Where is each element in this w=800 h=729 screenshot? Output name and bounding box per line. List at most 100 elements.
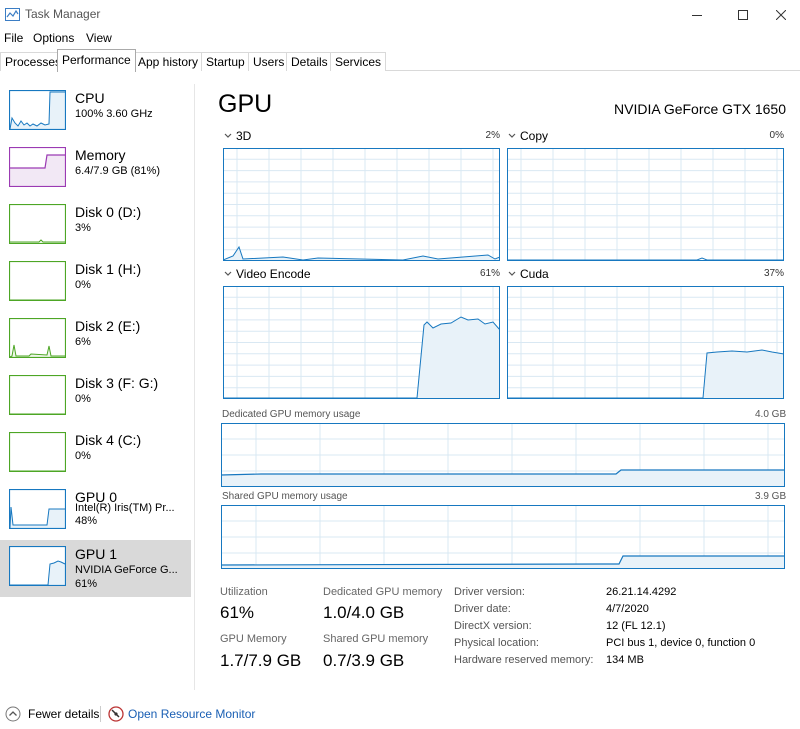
directx-version-label: DirectX version: <box>454 620 532 632</box>
chevron-down-icon[interactable] <box>508 271 516 277</box>
utilization-label: Utilization <box>220 586 268 598</box>
sidebar-item-name: Disk 0 (D:) <box>75 204 142 220</box>
sidebar-item-usage: 48% <box>75 515 98 527</box>
footer-bar: Fewer details Open Resource Monitor <box>0 700 800 729</box>
footer-divider <box>100 706 101 722</box>
engine-cuda-graph <box>507 286 784 399</box>
hardware-reserved-memory-label: Hardware reserved memory: <box>454 654 594 666</box>
sidebar-item-name: Disk 2 (E:) <box>75 318 141 334</box>
tab-app-history[interactable]: App history <box>133 52 204 71</box>
sidebar-item-detail: NVIDIA GeForce G... <box>75 564 178 576</box>
maximize-icon <box>738 10 748 20</box>
sidebar-item-name: Disk 4 (C:) <box>75 432 142 448</box>
sidebar-item-disk-4[interactable]: Disk 4 (C:) 0% <box>0 426 191 483</box>
engine-3d-label: 3D <box>236 129 252 143</box>
engine-copy-label: Copy <box>520 129 549 143</box>
tab-services[interactable]: Services <box>330 52 387 71</box>
dedicated-gpu-memory-label: Dedicated GPU memory <box>323 586 443 598</box>
dedicated-gpu-memory-value: 1.0/4.0 GB <box>323 603 405 622</box>
tab-startup[interactable]: Startup <box>201 52 250 71</box>
resource-monitor-icon <box>108 706 124 722</box>
close-button[interactable] <box>764 0 798 30</box>
engine-video-encode-percent: 61% <box>479 268 500 279</box>
disk-1-thumbnail-graph <box>9 261 66 301</box>
menu-file[interactable]: File <box>4 31 23 45</box>
driver-version-value: 26.21.14.4292 <box>606 586 677 598</box>
sidebar-item-cpu[interactable]: CPU 100% 3.60 GHz <box>0 84 191 141</box>
sidebar-item-detail: 0% <box>75 279 91 291</box>
physical-location-value: PCI bus 1, device 0, function 0 <box>606 637 756 649</box>
engine-copy-graph <box>507 148 784 261</box>
driver-date-label: Driver date: <box>454 603 511 615</box>
open-resource-monitor-link[interactable]: Open Resource Monitor <box>128 707 255 721</box>
engine-3d-graph <box>223 148 500 261</box>
sidebar-item-detail: Intel(R) Iris(TM) Pr... <box>75 502 175 514</box>
tab-details[interactable]: Details <box>286 52 333 71</box>
utilization-value: 61% <box>220 603 255 622</box>
sidebar-item-memory[interactable]: Memory 6.4/7.9 GB (81%) <box>0 141 191 198</box>
disk-4-thumbnail-graph <box>9 432 66 472</box>
sidebar-item-disk-3[interactable]: Disk 3 (F: G:) 0% <box>0 369 191 426</box>
sidebar-item-disk-2[interactable]: Disk 2 (E:) 6% <box>0 312 191 369</box>
sidebar-item-gpu-1[interactable]: GPU 1 NVIDIA GeForce G... 61% <box>0 540 191 597</box>
memory-thumbnail-graph <box>9 147 66 187</box>
engine-video-encode-label: Video Encode <box>236 267 311 281</box>
engine-copy-percent: 0% <box>769 130 784 141</box>
fewer-details-button[interactable]: Fewer details <box>28 707 99 721</box>
chevron-down-icon[interactable] <box>224 271 232 277</box>
driver-version-label: Driver version: <box>454 586 525 598</box>
dedicated-memory-label: Dedicated GPU memory usage <box>222 409 361 420</box>
sidebar-item-name: Disk 3 (F: G:) <box>75 375 159 391</box>
sidebar-item-detail: 6% <box>75 336 91 348</box>
tab-strip: Processes Performance App history Startu… <box>0 49 800 72</box>
gpu-0-thumbnail-graph <box>9 489 66 529</box>
disk-3-thumbnail-graph <box>9 375 66 415</box>
sidebar-item-gpu-0[interactable]: GPU 0 Intel(R) Iris(TM) Pr... 48% <box>0 483 191 540</box>
sidebar-item-name: GPU 1 <box>75 546 118 562</box>
tab-users[interactable]: Users <box>248 52 290 71</box>
chevron-down-icon[interactable] <box>508 133 516 139</box>
sidebar-item-name: CPU <box>75 90 105 106</box>
sidebar-item-detail: 0% <box>75 450 91 462</box>
sidebar-item-detail: 100% 3.60 GHz <box>75 108 153 120</box>
gpu-model-name: NVIDIA GeForce GTX 1650 <box>614 101 786 117</box>
sidebar-item-disk-0[interactable]: Disk 0 (D:) 3% <box>0 198 191 255</box>
page-title: GPU <box>218 90 273 118</box>
minimize-button[interactable] <box>680 0 714 30</box>
directx-version-value: 12 (FL 12.1) <box>606 620 666 632</box>
shared-memory-graph <box>221 505 785 569</box>
gpu-memory-value: 1.7/7.9 GB <box>220 651 302 670</box>
title-bar[interactable]: Task Manager <box>0 0 800 30</box>
sidebar-item-name: Memory <box>75 147 126 163</box>
chevron-up-circle-icon[interactable] <box>5 706 21 722</box>
resource-sidebar: CPU 100% 3.60 GHz Memory 6.4/7.9 GB (81%… <box>0 84 195 690</box>
sidebar-item-detail: 0% <box>75 393 91 405</box>
sidebar-item-disk-1[interactable]: Disk 1 (H:) 0% <box>0 255 191 312</box>
sidebar-item-detail: 3% <box>75 222 91 234</box>
dedicated-memory-max: 4.0 GB <box>755 409 787 420</box>
sidebar-item-usage: 61% <box>75 578 98 590</box>
engine-cuda-label: Cuda <box>520 267 549 281</box>
shared-gpu-memory-value: 0.7/3.9 GB <box>323 651 405 670</box>
physical-location-label: Physical location: <box>454 637 539 649</box>
maximize-button[interactable] <box>726 0 760 30</box>
sidebar-item-name: Disk 1 (H:) <box>75 261 142 277</box>
engine-video-encode-graph <box>223 286 500 399</box>
menu-options[interactable]: Options <box>33 31 74 45</box>
shared-gpu-memory-label: Shared GPU memory <box>323 633 429 645</box>
chevron-down-icon[interactable] <box>224 133 232 139</box>
driver-date-value: 4/7/2020 <box>606 603 649 615</box>
shared-memory-label: Shared GPU memory usage <box>222 491 348 502</box>
menu-view[interactable]: View <box>86 31 112 45</box>
hardware-reserved-memory-value: 134 MB <box>606 654 644 666</box>
sidebar-item-detail: 6.4/7.9 GB (81%) <box>75 165 160 177</box>
engine-3d-percent: 2% <box>485 130 500 141</box>
task-manager-icon <box>5 8 20 21</box>
engine-cuda-percent: 37% <box>763 268 784 279</box>
disk-2-thumbnail-graph <box>9 318 66 358</box>
disk-0-thumbnail-graph <box>9 204 66 244</box>
gpu-1-thumbnail-graph <box>9 546 66 586</box>
tab-performance[interactable]: Performance <box>57 49 136 72</box>
shared-memory-max: 3.9 GB <box>755 491 787 502</box>
cpu-thumbnail-graph <box>9 90 66 130</box>
